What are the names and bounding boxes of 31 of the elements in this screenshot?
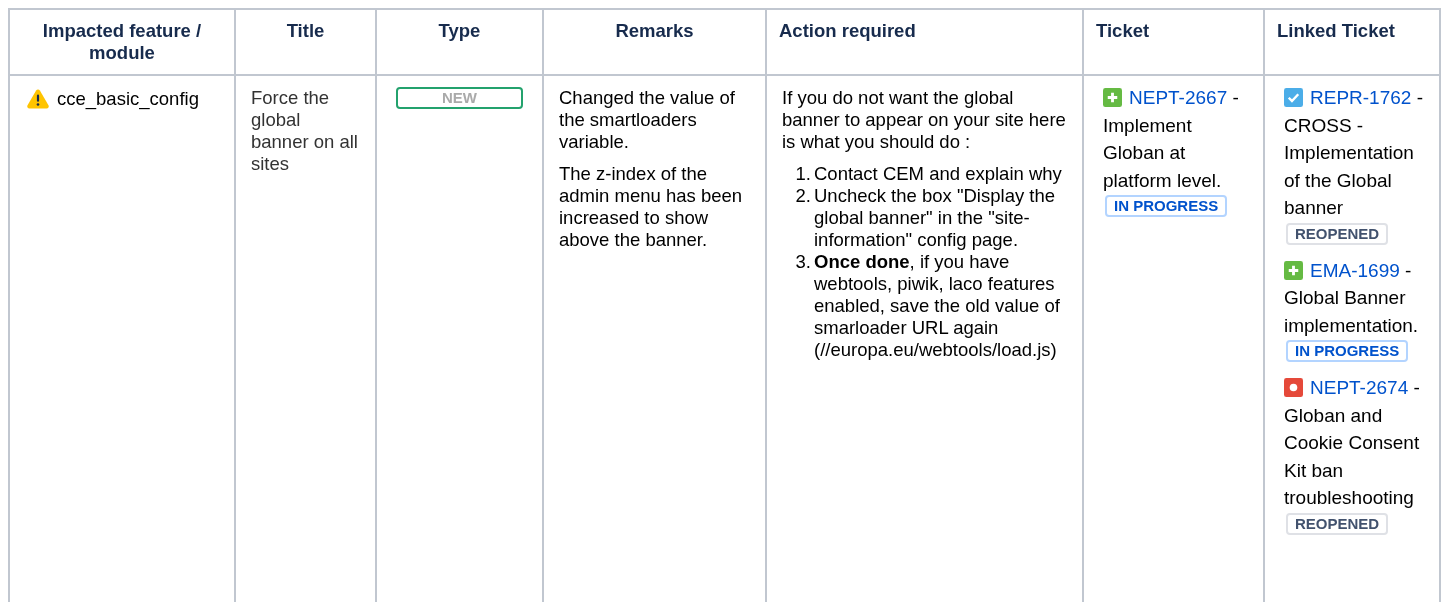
action-step: Uncheck the box "Display the global banner" in the "site-information" config page. [814,185,1068,251]
step-number: 2. [794,185,811,208]
status-lozenge: REOPENED [1286,512,1389,535]
status-lozenge: IN PROGRESS [1286,340,1409,362]
column-header: Remarks [615,20,694,41]
status-lozenge: REOPENED [1286,222,1389,245]
step-number: 1. [794,163,811,185]
column-header: Impacted feature / module [42,20,202,63]
remark-text: The z-index of the admin menu has been increased to show above the banner. [559,163,744,251]
action-step: Contact CEM and explain why [814,163,1068,185]
ticket-link[interactable]: REPR-1762 [1310,87,1412,108]
column-header: Type [438,20,481,41]
ticket-link[interactable]: NEPT-2667 [1129,87,1228,108]
ticket-summary: NEPT-2667 - Implement Globan at platform level. [1103,86,1240,193]
title-text: Force the global banner on all sites [251,87,359,175]
ticket-summary: EMA-1699 - Global Banner implementation. [1284,258,1420,338]
feature-name: cce_basic_config [57,88,199,110]
column-header: Ticket [1096,20,1150,41]
status-lozenge: IN PROGRESS [1105,195,1228,217]
step-number: 3. [794,251,811,274]
type-lozenge: NEW [396,87,523,109]
column-header: Title [286,20,325,41]
ticket-summary: NEPT-2674 - Globan and Cookie Consent Kit ban troubleshooting [1284,376,1421,510]
ticket-link[interactable]: NEPT-2674 [1310,377,1409,398]
remark-text: Changed the value of the smartloaders variable. [559,87,736,153]
action-intro: If you do not want the global banner to appear on your site here is what you should do : [782,87,1067,153]
action-step: Once done, if you have webtools, piwik, laco features enabled, save the old value of smarloader URL again (//europa.eu/webtools/load.js) [814,251,1068,361]
ticket-summary: REPR-1762 - CROSS - Implementation of the Global banner [1284,86,1424,220]
column-header: Linked Ticket [1277,20,1395,41]
ticket-link[interactable]: EMA-1699 [1310,259,1400,281]
column-header: Action required [779,20,916,41]
